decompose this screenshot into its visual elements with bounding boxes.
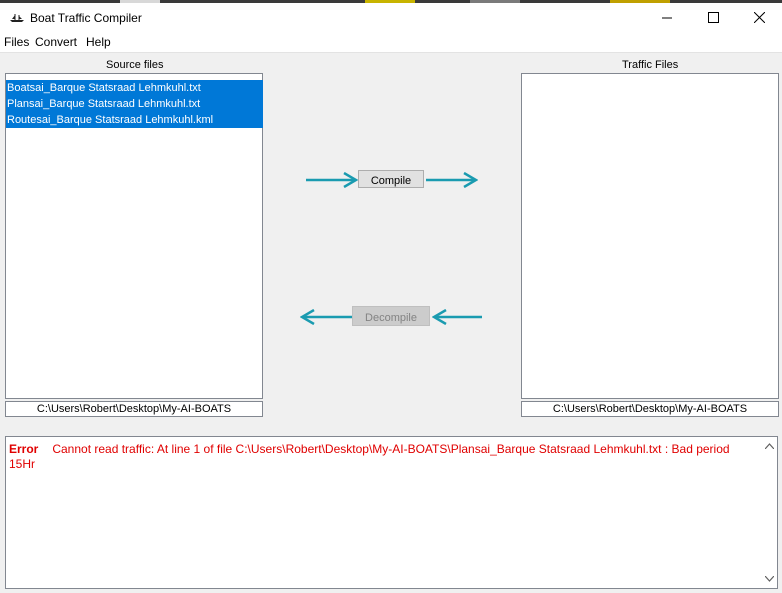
traffic-files-list[interactable] bbox=[521, 73, 779, 399]
scroll-up-icon[interactable] bbox=[765, 443, 774, 449]
menu-help[interactable]: Help bbox=[86, 35, 111, 49]
scroll-down-icon[interactable] bbox=[765, 576, 774, 582]
menu-files[interactable]: Files bbox=[4, 35, 29, 49]
source-files-label: Source files bbox=[106, 59, 164, 71]
list-item[interactable]: Plansai_Barque Statsraad Lehmkuhl.txt bbox=[6, 96, 263, 112]
window-title: Boat Traffic Compiler bbox=[30, 11, 142, 25]
source-files-list[interactable]: Boatsai_Barque Statsraad Lehmkuhl.txt Pl… bbox=[5, 73, 263, 399]
arrow-right-icon bbox=[306, 172, 358, 188]
log-panel[interactable]: Error Cannot read traffic: At line 1 of f… bbox=[5, 436, 778, 589]
close-icon bbox=[753, 12, 765, 23]
error-label: Error bbox=[9, 442, 39, 456]
decompile-button[interactable]: Decompile bbox=[352, 306, 430, 326]
list-item[interactable]: Boatsai_Barque Statsraad Lehmkuhl.txt bbox=[6, 80, 263, 96]
arrow-right-icon bbox=[426, 172, 478, 188]
maximize-icon bbox=[707, 12, 719, 23]
menu-bar: Files Convert Help bbox=[0, 32, 782, 53]
maximize-button[interactable] bbox=[690, 3, 736, 32]
source-path-field: C:\Users\Robert\Desktop\My-AI-BOATS bbox=[5, 401, 263, 417]
arrow-left-icon bbox=[432, 309, 482, 325]
minimize-icon bbox=[661, 17, 672, 19]
traffic-path-field: C:\Users\Robert\Desktop\My-AI-BOATS bbox=[521, 401, 779, 417]
compile-button[interactable]: Compile bbox=[358, 170, 424, 188]
menu-convert[interactable]: Convert bbox=[35, 35, 77, 49]
traffic-files-label: Traffic Files bbox=[622, 59, 679, 71]
error-text: Cannot read traffic: At line 1 of file C… bbox=[9, 442, 730, 471]
close-button[interactable] bbox=[736, 3, 782, 32]
minimize-button[interactable] bbox=[644, 3, 690, 32]
arrow-left-icon bbox=[300, 309, 352, 325]
error-message: Error Cannot read traffic: At line 1 of f… bbox=[9, 442, 754, 472]
list-item[interactable]: Routesai_Barque Statsraad Lehmkuhl.kml bbox=[6, 112, 263, 128]
boat-icon bbox=[10, 14, 24, 22]
